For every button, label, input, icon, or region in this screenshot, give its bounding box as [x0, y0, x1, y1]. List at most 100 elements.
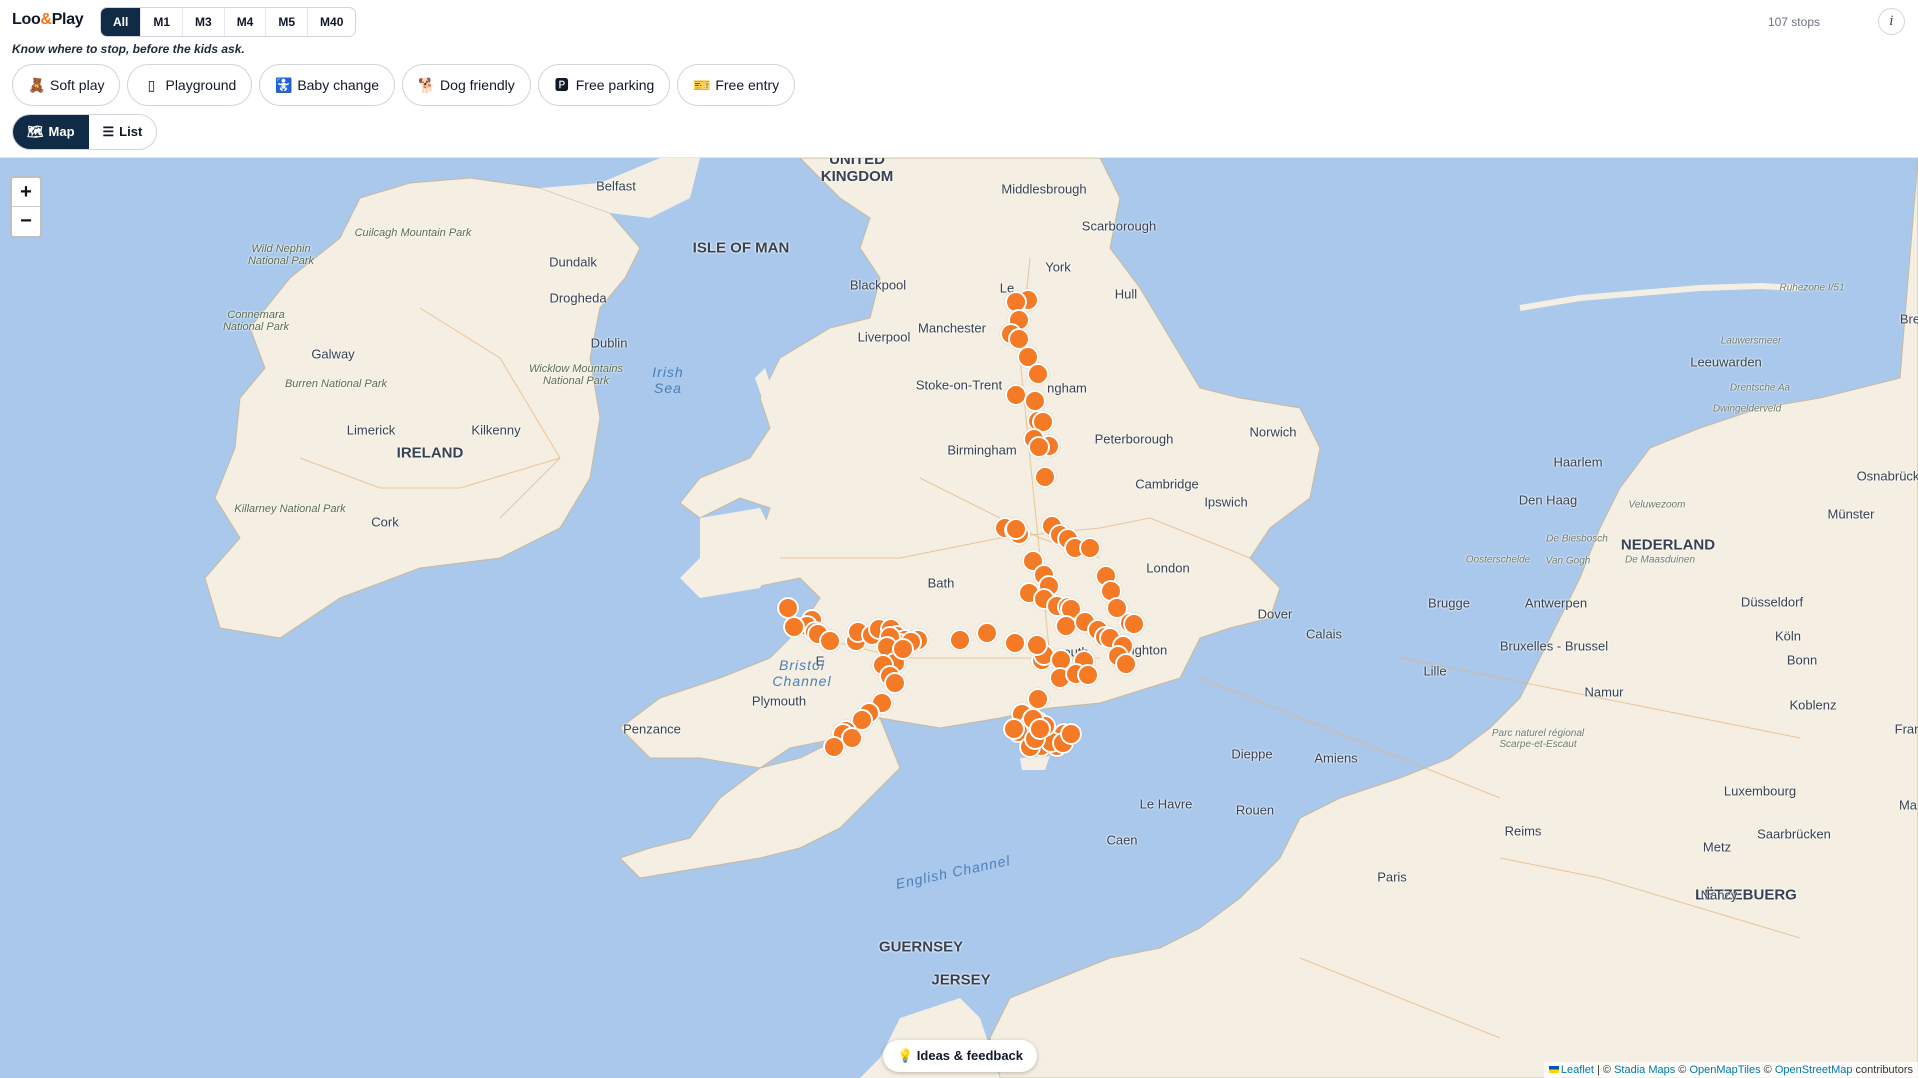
map-label-london: London: [1146, 560, 1190, 576]
stop-marker[interactable]: [976, 622, 998, 644]
stop-marker[interactable]: [1077, 664, 1099, 686]
map-label-caen: Caen: [1106, 832, 1138, 848]
map-label-dublin: Dublin: [590, 335, 628, 351]
stop-marker[interactable]: [1029, 718, 1051, 740]
stop-count: 107 stops: [1767, 15, 1820, 29]
zoom-in-button[interactable]: +: [12, 178, 40, 207]
map-label-limerick: Limerick: [346, 422, 396, 438]
feedback-button[interactable]: 💡 Ideas & feedback: [883, 1040, 1038, 1072]
stop-marker[interactable]: [1027, 363, 1049, 385]
map-label-munster: Münster: [1827, 506, 1875, 522]
filter-free-entry[interactable]: 🎫 Free entry: [677, 64, 796, 106]
map-label-le-havre: Le Havre: [1139, 796, 1193, 812]
app-logo[interactable]: Loo&Play: [12, 11, 84, 29]
ticket-icon: 🎫: [693, 76, 711, 93]
map-label-fra: Fran: [1894, 721, 1918, 737]
map-label-rouen: Rouen: [1235, 802, 1275, 818]
filter-playground[interactable]: ▯ Playground: [127, 64, 253, 106]
stop-marker[interactable]: [884, 672, 906, 694]
map-label-middlesbrough: Middlesbrough: [1001, 181, 1087, 197]
map-label-ireland: IRELAND: [396, 444, 464, 462]
map-label-jersey: JERSEY: [931, 971, 991, 989]
map-label-kilkenny: Kilkenny: [471, 422, 521, 438]
openstreetmap-link[interactable]: OpenStreetMap: [1775, 1064, 1853, 1076]
filter-baby-change[interactable]: 🚼 Baby change: [259, 64, 396, 106]
map-label-calais: Calais: [1305, 626, 1343, 642]
logo-text-loo: Loo: [12, 11, 41, 28]
map-label-cuilcagh: Cuilcagh Mountain Park: [354, 227, 472, 239]
motorway-tab-m1[interactable]: M1: [141, 8, 184, 36]
stop-marker[interactable]: [1003, 718, 1025, 740]
view-list-button[interactable]: ☰ List: [89, 115, 157, 149]
stop-marker[interactable]: [1060, 723, 1082, 745]
map-label-paris: Paris: [1377, 869, 1407, 885]
map-label-penzance: Penzance: [623, 721, 681, 737]
stop-marker[interactable]: [1026, 634, 1048, 656]
filter-free-parking[interactable]: 🅿 Free parking: [537, 64, 671, 106]
stop-marker[interactable]: [1005, 518, 1027, 540]
map-label-brugge: Brugge: [1428, 595, 1470, 611]
filter-label: Free parking: [575, 77, 655, 93]
info-button[interactable]: i: [1878, 8, 1905, 35]
view-map-button[interactable]: 🗺 Map: [13, 115, 89, 149]
map-label-drentsche: Drentsche Aa: [1729, 382, 1791, 394]
stop-marker[interactable]: [1004, 632, 1026, 654]
map-label-leeuwarden: Leeuwarden: [1690, 354, 1762, 370]
map-label-burren: Burren National Park: [284, 378, 388, 390]
stop-marker[interactable]: [783, 616, 805, 638]
map-label-den-haag: Den Haag: [1518, 492, 1578, 508]
map-label-blackpool: Blackpool: [849, 277, 907, 293]
stop-marker[interactable]: [1115, 653, 1137, 675]
filter-soft-play[interactable]: 🧸 Soft play: [12, 64, 121, 106]
map-label-dieppe: Dieppe: [1231, 746, 1273, 762]
stop-marker[interactable]: [1123, 613, 1145, 635]
map-label-lauwersmeer: Lauwersmeer: [1720, 335, 1782, 347]
map-label-nottingham: ngham: [1047, 380, 1087, 396]
map-label-hull: Hull: [1114, 286, 1138, 302]
map-label-killarney: Killarney National Park: [234, 503, 346, 515]
map-label-lille: Lille: [1423, 663, 1447, 679]
zoom-out-button[interactable]: −: [12, 207, 40, 236]
map-label-scarpe: Parc naturel régional Scarpe-et-Escaut: [1491, 728, 1585, 750]
list-icon: ☰: [102, 124, 115, 139]
motorway-selector: All M1 M3 M4 M5 M40: [100, 7, 357, 37]
filter-label: Playground: [165, 77, 237, 93]
map-label-saarbrucken: Saarbrücken: [1757, 826, 1831, 842]
map-label-scarborough: Scarborough: [1081, 218, 1157, 234]
map-label-koln: Köln: [1774, 628, 1802, 644]
stadia-link[interactable]: Stadia Maps: [1614, 1064, 1675, 1076]
view-label: List: [119, 124, 143, 139]
map-label-dwingelderveld: Dwingelderveld: [1712, 403, 1782, 415]
motorway-tab-m3[interactable]: M3: [183, 8, 225, 36]
leaflet-link[interactable]: Leaflet: [1561, 1064, 1594, 1076]
map-label-koblenz: Koblenz: [1789, 697, 1837, 713]
openmaptiles-link[interactable]: OpenMapTiles: [1689, 1064, 1760, 1076]
motorway-tab-m40[interactable]: M40: [308, 8, 355, 36]
stop-marker[interactable]: [1034, 466, 1056, 488]
map-label-biesbosch: De Biesbosch: [1546, 533, 1608, 545]
map-label-cork: Cork: [371, 514, 399, 530]
motorway-tab-m4[interactable]: M4: [225, 8, 267, 36]
map-view[interactable]: UNITED KINGDOM ISLE OF MAN IRELAND NEDERLAN…: [0, 158, 1918, 1078]
stop-marker[interactable]: [819, 630, 841, 652]
stop-marker[interactable]: [1028, 436, 1050, 458]
filter-dog-friendly[interactable]: 🐕 Dog friendly: [402, 64, 531, 106]
map-label-liverpool: Liverpool: [857, 329, 911, 345]
map-label-bruxelles: Bruxelles - Brussel: [1499, 638, 1609, 654]
map-label-ma: Ma: [1898, 797, 1918, 813]
map-label-ipswich: Ipswich: [1204, 494, 1248, 510]
stop-marker[interactable]: [1024, 390, 1046, 412]
stop-marker[interactable]: [841, 727, 863, 749]
map-label-wicklow: Wicklow Mountains National Park: [528, 363, 624, 387]
map-label-dusseldorf: Düsseldorf: [1740, 594, 1804, 610]
map-label-veluwezoom: Veluwezoom: [1628, 499, 1686, 511]
map-label-drogheda: Drogheda: [549, 290, 607, 306]
stop-marker[interactable]: [949, 629, 971, 651]
map-label-dover: Dover: [1257, 606, 1293, 622]
motorway-tab-all[interactable]: All: [101, 8, 142, 36]
stop-marker[interactable]: [892, 638, 914, 660]
motorway-tab-m5[interactable]: M5: [266, 8, 309, 36]
stop-marker[interactable]: [1079, 537, 1101, 559]
map-label-van-gogh: Van Gogh: [1545, 555, 1591, 567]
map-label-dundalk: Dundalk: [549, 254, 597, 270]
